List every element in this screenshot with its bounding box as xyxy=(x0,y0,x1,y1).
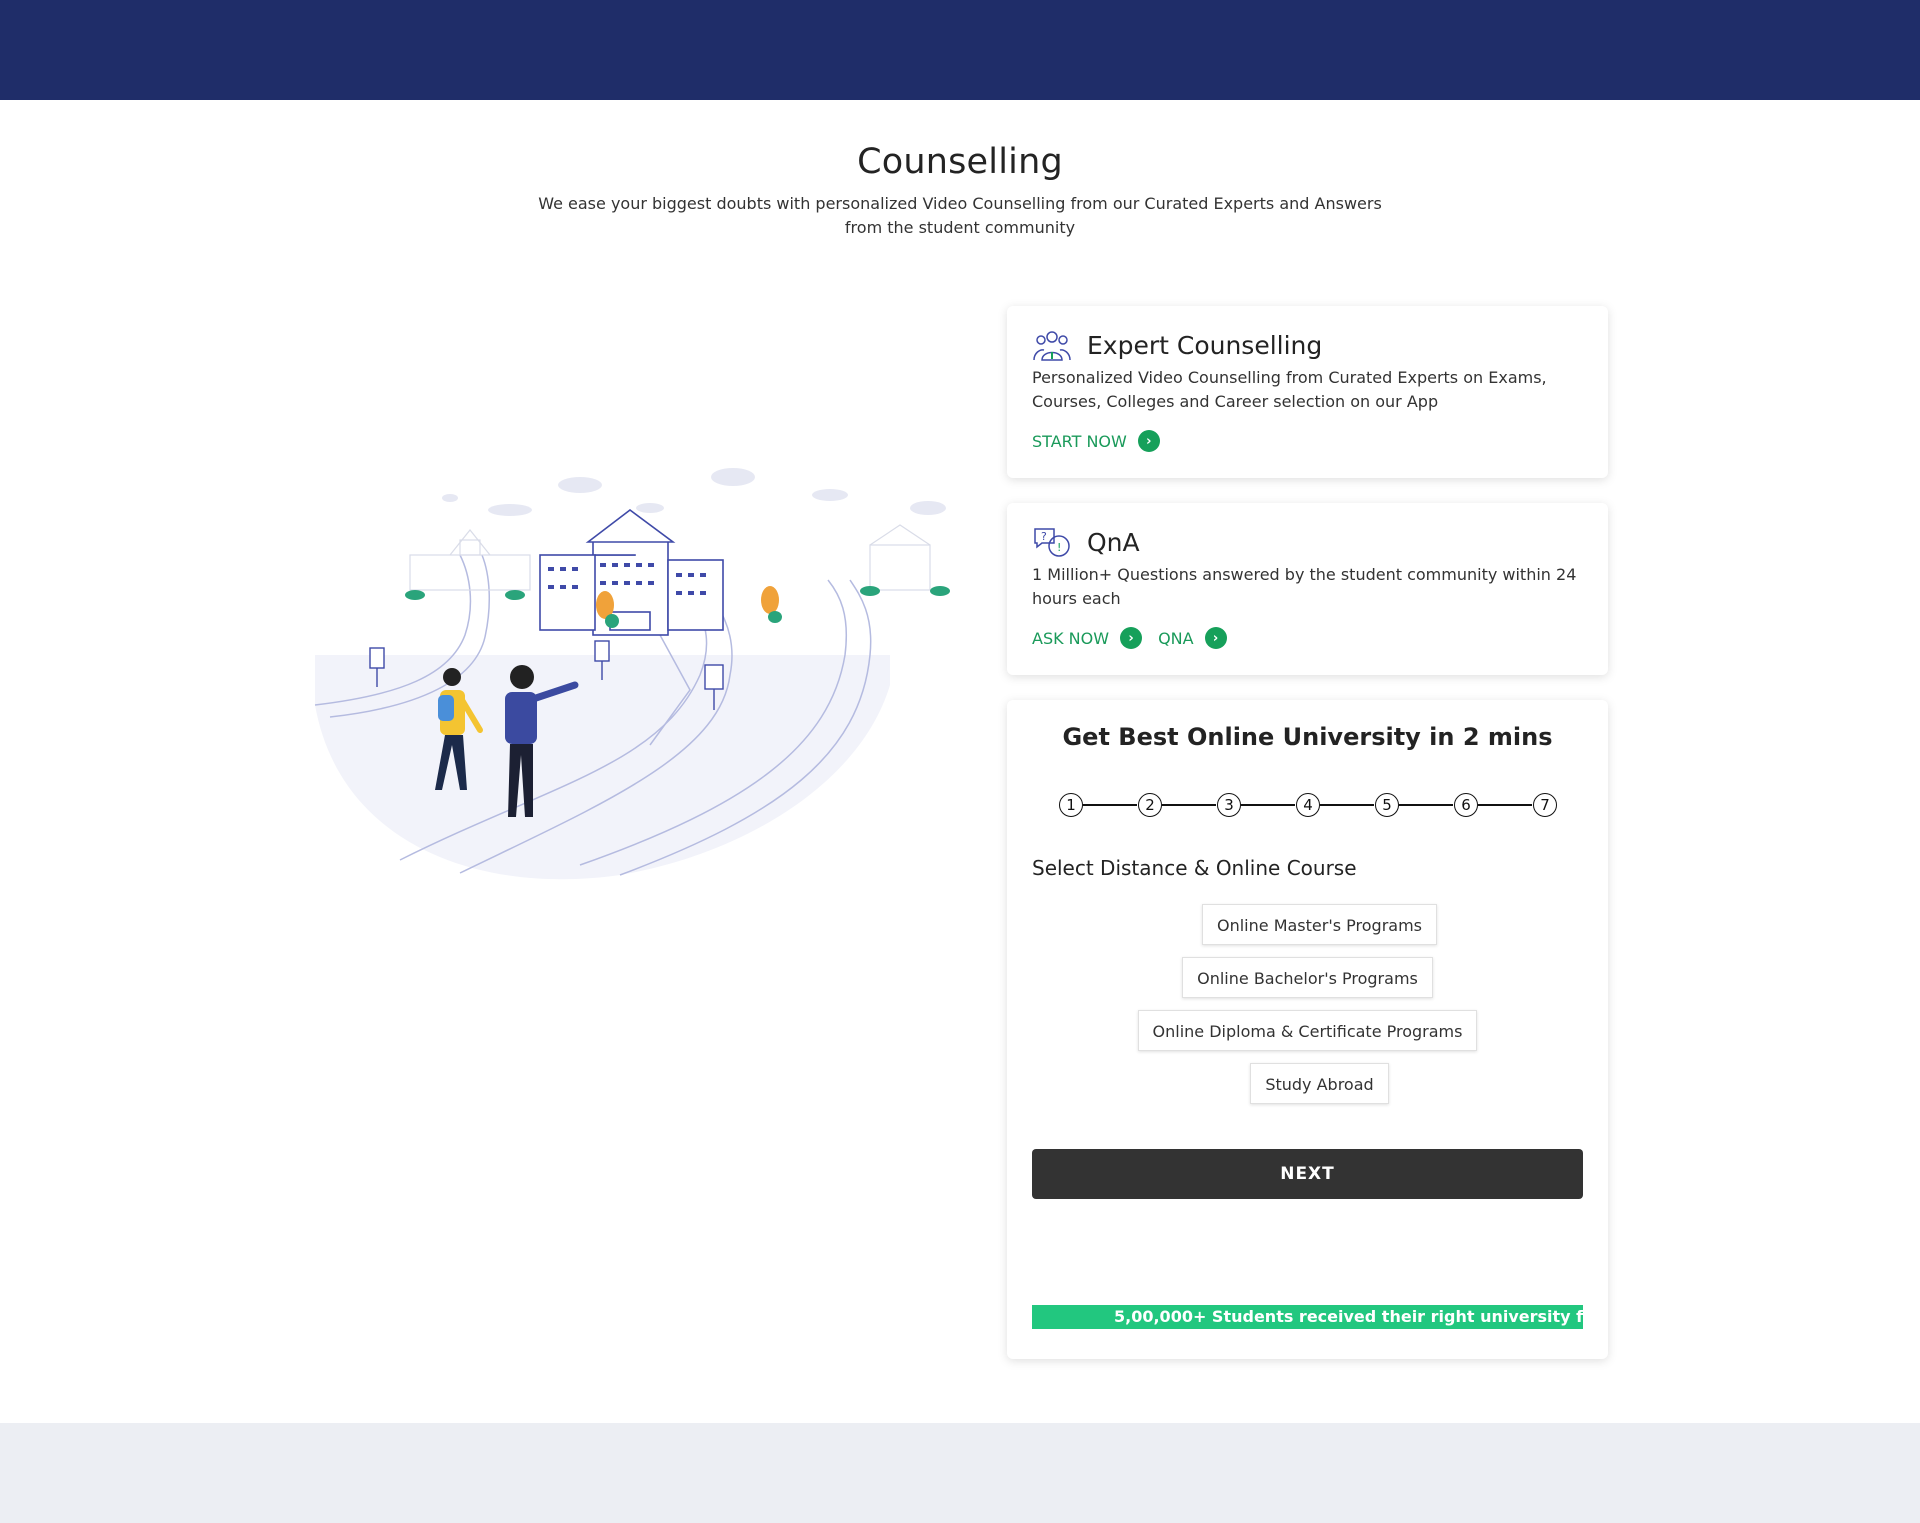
qna-card-actions: ASK NOW › QNA › xyxy=(1032,627,1243,649)
qna-card-header: ? ! QnA xyxy=(1032,525,1140,559)
step-connector xyxy=(1320,804,1374,806)
step-indicator: 4 xyxy=(1296,793,1320,817)
course-options: Online Master's Programs Online Bachelor… xyxy=(1007,904,1608,1116)
start-now-link[interactable]: START NOW › xyxy=(1032,430,1160,452)
expert-card-header: Expert Counselling xyxy=(1032,328,1322,362)
question-bubble-icon: ? ! xyxy=(1034,528,1070,557)
step-indicator: 5 xyxy=(1375,793,1399,817)
finder-title: Get Best Online University in 2 mins xyxy=(1062,723,1553,751)
chevron-right-icon: › xyxy=(1120,627,1143,649)
svg-text:?: ? xyxy=(1041,530,1047,543)
step-connector xyxy=(1399,804,1453,806)
counsellor-group-icon xyxy=(1033,331,1071,361)
option-online-diploma[interactable]: Online Diploma & Certificate Programs xyxy=(1137,1010,1478,1051)
page-title: Counselling xyxy=(857,142,1063,182)
qna-link-label: QNA xyxy=(1158,628,1194,648)
expert-card-title: Expert Counselling xyxy=(1087,330,1323,360)
ask-now-link[interactable]: ASK NOW › xyxy=(1032,627,1143,649)
qna-card-title: QnA xyxy=(1087,527,1140,557)
option-online-bachelors[interactable]: Online Bachelor's Programs xyxy=(1182,957,1433,998)
qna-card-description: 1 Million+ Questions answered by the stu… xyxy=(1032,565,1577,608)
step-indicator: 2 xyxy=(1138,793,1162,817)
qna-link[interactable]: QNA › xyxy=(1158,627,1227,649)
chevron-right-icon: › xyxy=(1204,627,1227,649)
chevron-right-icon: › xyxy=(1137,430,1160,452)
step-connector xyxy=(1241,804,1295,806)
ask-now-label: ASK NOW xyxy=(1032,628,1110,648)
progress-stepper: 1 2 3 4 5 6 7 xyxy=(1057,790,1557,820)
step-connector xyxy=(1083,804,1137,806)
step-indicator: 6 xyxy=(1454,793,1478,817)
expert-counselling-card: Expert Counselling Personalized Video Co… xyxy=(1007,306,1608,478)
expert-card-actions: START NOW › xyxy=(1032,430,1176,452)
qna-card: ? ! QnA 1 Million+ Questions answered by… xyxy=(1007,503,1608,675)
svg-text:!: ! xyxy=(1057,541,1061,554)
section-header: Counselling We ease your biggest doubts … xyxy=(0,142,1920,240)
next-button[interactable]: NEXT xyxy=(1032,1149,1583,1199)
university-finder-card: Get Best Online University in 2 mins 1 2… xyxy=(1007,700,1608,1359)
step-connector xyxy=(1478,804,1532,806)
ticker-text: 5,00,000+ Students received their right … xyxy=(1114,1307,1583,1326)
step-indicator: 3 xyxy=(1217,793,1241,817)
students-walking-illustration xyxy=(314,468,950,880)
page-subtitle: We ease your biggest doubts with persona… xyxy=(538,194,1382,237)
option-online-masters[interactable]: Online Master's Programs xyxy=(1202,904,1437,945)
start-now-label: START NOW xyxy=(1032,431,1127,451)
course-select-label: Select Distance & Online Course xyxy=(1032,856,1357,880)
step-indicator: 7 xyxy=(1533,793,1557,817)
students-ticker: 5,00,000+ Students received their right … xyxy=(1032,1305,1583,1329)
step-connector xyxy=(1162,804,1216,806)
expert-card-description: Personalized Video Counselling from Cura… xyxy=(1032,368,1547,411)
top-header-bar xyxy=(0,0,1920,100)
footer-band xyxy=(0,1423,1920,1523)
step-indicator: 1 xyxy=(1059,793,1083,817)
option-study-abroad[interactable]: Study Abroad xyxy=(1250,1063,1389,1104)
